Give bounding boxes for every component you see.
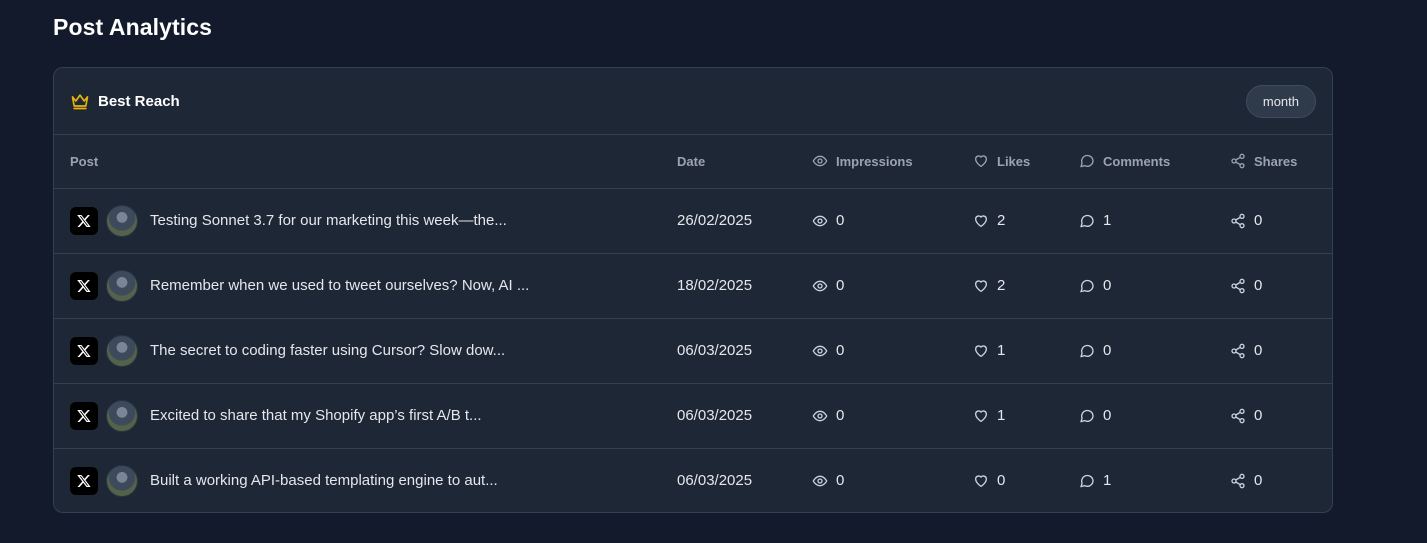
header-impressions[interactable]: Impressions xyxy=(812,135,973,188)
heart-icon xyxy=(973,153,989,169)
comments-count: 1 xyxy=(1103,472,1112,490)
post-date: 06/03/2025 xyxy=(677,472,753,490)
post-date: 06/03/2025 xyxy=(677,407,753,424)
share-icon xyxy=(1230,153,1246,169)
avatar xyxy=(106,269,138,302)
post-text[interactable]: Built a working API-based templating eng… xyxy=(150,472,498,489)
post-date: 06/03/2025 xyxy=(677,342,753,359)
heart-icon xyxy=(973,213,989,229)
header-likes[interactable]: Likes xyxy=(973,135,1079,188)
period-selector-button[interactable]: month xyxy=(1245,84,1316,118)
crown-icon xyxy=(70,91,90,111)
card-title: Best Reach xyxy=(98,92,180,110)
impressions-count: 0 xyxy=(836,407,845,424)
x-logo-icon xyxy=(70,466,98,495)
heart-icon xyxy=(973,278,989,294)
post-text[interactable]: Testing Sonnet 3.7 for our marketing thi… xyxy=(150,212,507,229)
likes-count: 1 xyxy=(997,342,1006,359)
comments-count: 0 xyxy=(1103,342,1112,359)
header-post[interactable]: Post xyxy=(54,135,677,188)
impressions-count: 0 xyxy=(836,212,845,229)
comment-icon xyxy=(1079,278,1095,294)
eye-icon xyxy=(812,408,828,424)
share-icon xyxy=(1230,213,1246,229)
best-reach-card: Best Reach month Post Date Impressions L… xyxy=(53,67,1333,513)
table-row[interactable]: Excited to share that my Shopify app’s f… xyxy=(54,383,1332,448)
header-comments-label: Comments xyxy=(1103,153,1171,169)
heart-icon xyxy=(973,343,989,359)
post-date: 26/02/2025 xyxy=(677,212,753,229)
x-logo-icon xyxy=(70,401,98,430)
header-likes-label: Likes xyxy=(997,153,1031,169)
eye-icon xyxy=(812,473,828,489)
avatar xyxy=(106,204,138,237)
header-shares[interactable]: Shares xyxy=(1230,135,1332,188)
share-icon xyxy=(1230,278,1246,294)
likes-count: 1 xyxy=(997,407,1006,424)
shares-count: 0 xyxy=(1254,342,1263,359)
shares-count: 0 xyxy=(1254,472,1263,490)
post-date: 18/02/2025 xyxy=(677,277,753,294)
shares-count: 0 xyxy=(1254,212,1263,229)
avatar xyxy=(106,464,138,497)
table-row[interactable]: The secret to coding faster using Cursor… xyxy=(54,318,1332,383)
comments-count: 1 xyxy=(1103,212,1112,229)
comments-count: 0 xyxy=(1103,407,1112,424)
share-icon xyxy=(1230,408,1246,424)
comment-icon xyxy=(1079,213,1095,229)
table-header-row: Post Date Impressions Likes Comments Sha… xyxy=(54,135,1332,188)
header-impressions-label: Impressions xyxy=(836,153,913,169)
post-text[interactable]: The secret to coding faster using Cursor… xyxy=(150,342,505,359)
avatar xyxy=(106,399,138,432)
likes-count: 0 xyxy=(997,472,1006,490)
likes-count: 2 xyxy=(997,277,1006,294)
eye-icon xyxy=(812,153,828,169)
header-shares-label: Shares xyxy=(1254,153,1298,169)
impressions-count: 0 xyxy=(836,472,845,490)
table-row[interactable]: Testing Sonnet 3.7 for our marketing thi… xyxy=(54,188,1332,253)
avatar xyxy=(106,334,138,367)
header-comments[interactable]: Comments xyxy=(1079,135,1230,188)
card-header: Best Reach month xyxy=(54,68,1332,135)
x-logo-icon xyxy=(70,206,98,235)
eye-icon xyxy=(812,278,828,294)
eye-icon xyxy=(812,213,828,229)
impressions-count: 0 xyxy=(836,277,845,294)
share-icon xyxy=(1230,473,1246,489)
page-title: Post Analytics xyxy=(53,14,213,40)
post-text[interactable]: Excited to share that my Shopify app’s f… xyxy=(150,407,482,424)
comments-count: 0 xyxy=(1103,277,1112,294)
eye-icon xyxy=(812,343,828,359)
heart-icon xyxy=(973,473,989,489)
heart-icon xyxy=(973,408,989,424)
comment-icon xyxy=(1079,408,1095,424)
table-row[interactable]: Built a working API-based templating eng… xyxy=(54,448,1332,512)
shares-count: 0 xyxy=(1254,277,1263,294)
x-logo-icon xyxy=(70,271,98,300)
likes-count: 2 xyxy=(997,212,1006,229)
post-text[interactable]: Remember when we used to tweet ourselves… xyxy=(150,277,529,294)
share-icon xyxy=(1230,343,1246,359)
comment-icon xyxy=(1079,473,1095,489)
comment-icon xyxy=(1079,153,1095,169)
x-logo-icon xyxy=(70,336,98,365)
header-date[interactable]: Date xyxy=(677,135,812,188)
table-row[interactable]: Remember when we used to tweet ourselves… xyxy=(54,253,1332,318)
comment-icon xyxy=(1079,343,1095,359)
post-analytics-table: Post Date Impressions Likes Comments Sha… xyxy=(54,135,1332,512)
shares-count: 0 xyxy=(1254,407,1263,424)
impressions-count: 0 xyxy=(836,342,845,359)
